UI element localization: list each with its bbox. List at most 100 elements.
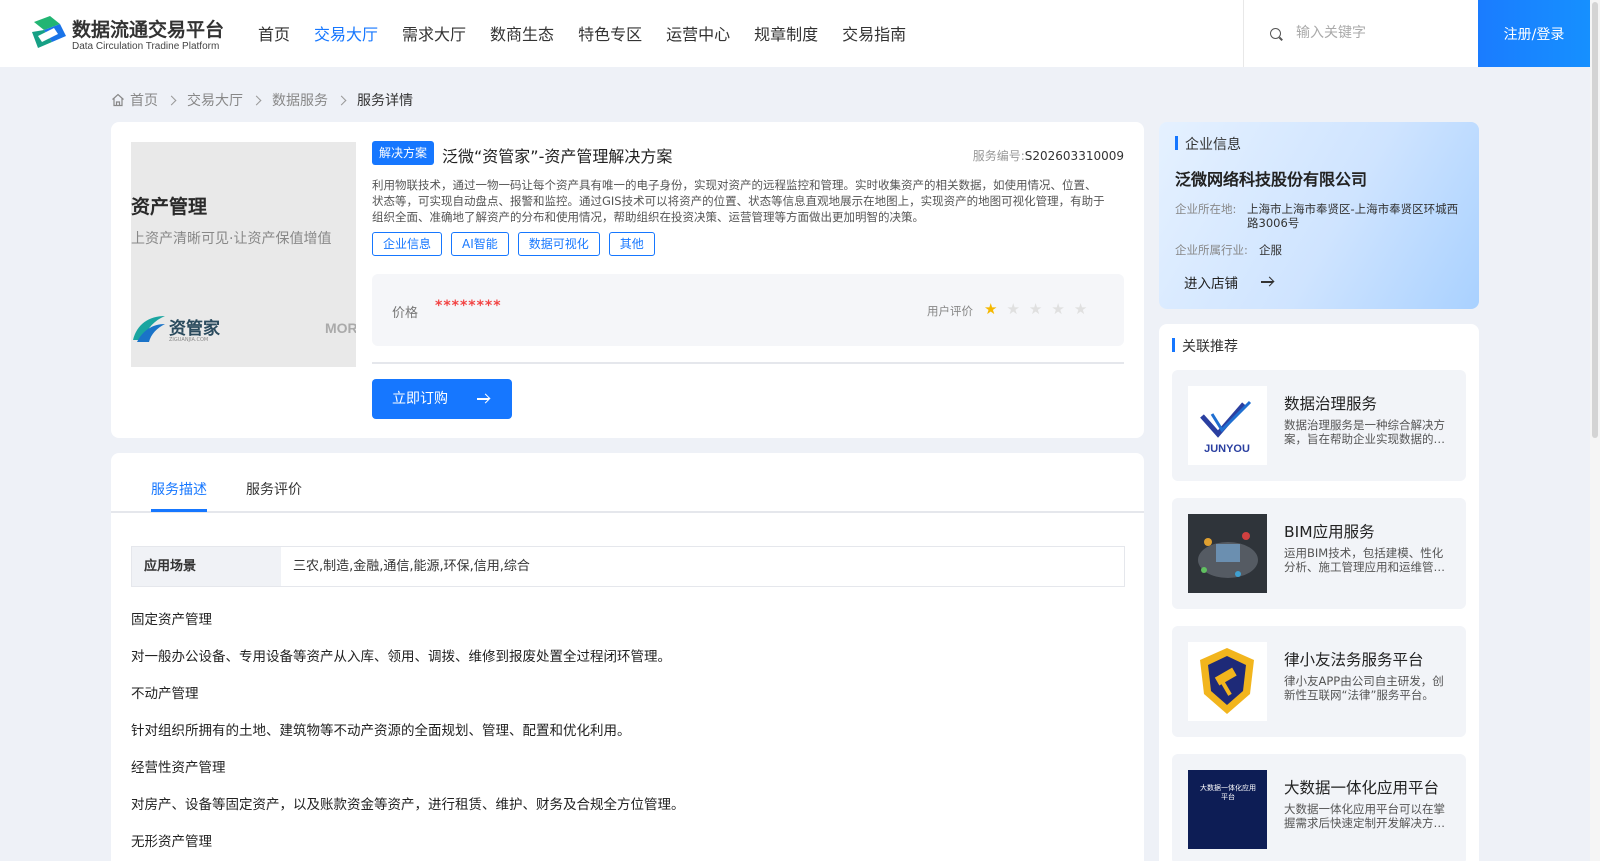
platform-logo[interactable]: 数据流通交易平台 Data Circulation Tradine Platfo… <box>30 14 230 54</box>
search-icon[interactable] <box>1270 28 1281 39</box>
breadcrumb-trading-hall[interactable]: 交易大厅 <box>187 90 243 110</box>
recommend-item-big-data[interactable]: 大数据一体化应用平台 大数据一体化应用平台 大数据一体化应用平台可以在掌握需求后… <box>1172 754 1466 861</box>
order-now-button[interactable]: 立即订购 <box>372 379 512 419</box>
product-image: 资产管理 上资产清晰可见·让资产保值增值 资管家 ZIGUANJIA.COM M… <box>131 142 356 367</box>
company-location: 上海市上海市奉贤区-上海市奉贤区环城西路3006号 <box>1247 202 1459 230</box>
company-info-card: 企业信息 泛微网络科技股份有限公司 企业所在地: 上海市上海市奉贤区-上海市奉贤… <box>1159 122 1479 309</box>
nav-ecosystem[interactable]: 数商生态 <box>490 0 554 67</box>
main-nav: 首页 交易大厅 需求大厅 数商生态 特色专区 运营中心 规章制度 交易指南 <box>258 0 930 67</box>
nav-trading-hall[interactable]: 交易大厅 <box>314 0 378 67</box>
junyou-logo-text: JUNYOU <box>1204 443 1250 455</box>
star-icon: ★ <box>1073 300 1088 318</box>
company-location-label: 企业所在地: <box>1175 202 1237 216</box>
nav-operation-center[interactable]: 运营中心 <box>666 0 730 67</box>
page-scrollbar[interactable] <box>1590 0 1600 861</box>
nav-featured-zone[interactable]: 特色专区 <box>578 0 642 67</box>
scene-value: 三农,制造,金融,通信,能源,环保,信用,综合 <box>293 559 530 574</box>
chevron-right-icon <box>166 95 177 105</box>
tag-data-visualization[interactable]: 数据可视化 <box>517 232 600 256</box>
recommend-item-data-governance[interactable]: JUNYOU 数据治理服务 数据治理服务是一种综合解决方案，旨在帮助企业实现数据… <box>1172 370 1466 481</box>
arrow-right-icon <box>1261 281 1273 283</box>
logo-title: 数据流通交易平台 <box>72 19 225 41</box>
tag-enterprise-info[interactable]: 企业信息 <box>372 232 443 256</box>
nav-trading-guide[interactable]: 交易指南 <box>842 0 906 67</box>
breadcrumb-home[interactable]: 首页 <box>130 90 158 110</box>
recommend-item-bim[interactable]: BIM应用服务 运用BIM技术，包括建模、性化分析、施工管理应用和运维管理等服务… <box>1172 498 1466 609</box>
star-icon: ★ <box>1051 300 1065 318</box>
service-number-value: S202603310009 <box>1024 149 1124 163</box>
related-recommendations: 关联推荐 JUNYOU 数据治理服务 数据治理服务是一种综合解决方案，旨在帮助企… <box>1159 324 1479 861</box>
scene-label: 应用场景 <box>132 547 281 586</box>
product-image-headline: 资产管理 <box>131 196 208 218</box>
recommend-desc: 律小友APP由公司自主研发，创新性互联网“法律”服务平台。 <box>1284 674 1444 702</box>
star-icon: ★ <box>1028 300 1043 318</box>
para-operating-assets-heading: 经营性资产管理 <box>131 760 226 776</box>
enter-shop-link[interactable]: 进入店铺 <box>1184 272 1284 292</box>
service-number-label: 服务编号: <box>972 149 1025 163</box>
price-box: 价格 ******** 用户评价 ★ ★ ★ ★ ★ <box>372 274 1124 346</box>
recommend-desc: 大数据一体化应用平台可以在掌握需求后快速定制开发解决方案。 <box>1284 802 1445 830</box>
service-detail-card: 服务描述 服务评价 应用场景 三农,制造,金融,通信,能源,环保,信用,综合 固… <box>111 453 1144 861</box>
para-intangible-assets-heading: 无形资产管理 <box>131 834 212 850</box>
chevron-right-icon <box>336 95 347 105</box>
recommend-thumb <box>1188 514 1267 593</box>
brand-url: ZIGUANJIA.COM <box>169 337 209 343</box>
home-icon <box>112 93 124 107</box>
logo-mark-icon <box>32 16 66 48</box>
para-fixed-assets-text: 对一般办公设备、专用设备等资产从入库、领用、调拨、维修到报废处置全过程闭环管理。 <box>131 649 671 665</box>
arrow-right-icon <box>477 398 489 400</box>
para-operating-assets-text: 对房产、设备等固定资产，以及账款资金等资产，进行租赁、维护、财务及合规全方位管理… <box>131 797 685 813</box>
price-value: ******** <box>435 298 502 314</box>
product-image-more: MOR <box>325 320 356 336</box>
company-name: 泛微网络科技股份有限公司 <box>1175 170 1368 189</box>
top-header: 数据流通交易平台 Data Circulation Tradine Platfo… <box>0 0 1600 67</box>
chevron-right-icon <box>251 95 262 105</box>
search-input[interactable] <box>1296 22 1466 44</box>
order-now-label: 立即订购 <box>392 391 448 407</box>
recommend-desc: 运用BIM技术，包括建模、性化分析、施工管理应用和运维管理等服务。 <box>1284 546 1445 574</box>
brand-name: 资管家 <box>169 319 220 339</box>
recommend-name: 数据治理服务 <box>1284 395 1378 413</box>
solution-badge: 解决方案 <box>372 141 435 165</box>
scrollbar-thumb[interactable] <box>1592 2 1598 438</box>
big-data-thumb-text: 大数据一体化应用平台 <box>1200 784 1256 801</box>
company-section-title: 企业信息 <box>1175 134 1241 154</box>
nav-home[interactable]: 首页 <box>258 0 290 67</box>
product-image-tagline: 上资产清晰可见·让资产保值增值 <box>131 231 332 247</box>
product-image-brand: 资管家 ZIGUANJIA.COM <box>131 310 226 350</box>
breadcrumb-current: 服务详情 <box>357 93 413 109</box>
tab-service-reviews[interactable]: 服务评价 <box>246 479 302 499</box>
legal-shield-icon <box>1200 648 1254 714</box>
price-label: 价格 <box>392 306 419 321</box>
application-scene-table: 应用场景 三农,制造,金融,通信,能源,环保,信用,综合 <box>131 546 1125 587</box>
login-register-button[interactable]: 注册/登录 <box>1478 0 1590 67</box>
tag-ai[interactable]: AI智能 <box>451 232 509 256</box>
company-industry-label: 企业所属行业: <box>1175 243 1248 257</box>
service-number: 服务编号:S202603310009 <box>973 147 1124 164</box>
star-icon: ★ <box>1006 300 1020 318</box>
junyou-logo-icon: JUNYOU <box>1200 400 1252 455</box>
breadcrumb-data-service[interactable]: 数据服务 <box>272 90 328 110</box>
company-industry-row: 企业所属行业: 企服 <box>1175 243 1479 257</box>
para-fixed-assets-heading: 固定资产管理 <box>131 612 212 628</box>
recommend-thumb: 大数据一体化应用平台 <box>1188 770 1267 849</box>
recommend-thumb <box>1188 642 1267 721</box>
recommend-section-title: 关联推荐 <box>1172 336 1238 356</box>
recommend-desc: 数据治理服务是一种综合解决方案，旨在帮助企业实现数据的有效管理与价值提升。 <box>1284 418 1445 446</box>
product-description: 利用物联技术，通过一物一码让每个资产具有唯一的电子身份，实现对资产的远程监控和管… <box>372 178 1105 224</box>
recommend-item-legal[interactable]: 律小友法务服务平台 律小友APP由公司自主研发，创新性互联网“法律”服务平台。 <box>1172 626 1466 737</box>
company-location-row: 企业所在地: 上海市上海市奉贤区-上海市奉贤区环城西路3006号 <box>1175 202 1467 230</box>
search-box <box>1243 0 1478 67</box>
bim-3d-scene-icon <box>1188 514 1267 593</box>
rating-stars: ★ ★ ★ ★ ★ <box>984 301 1096 317</box>
tab-service-description[interactable]: 服务描述 <box>151 479 207 499</box>
recommend-name: 大数据一体化应用平台 <box>1284 779 1440 797</box>
tag-other[interactable]: 其他 <box>608 232 655 256</box>
nav-regulations[interactable]: 规章制度 <box>754 0 818 67</box>
nav-demand-hall[interactable]: 需求大厅 <box>402 0 466 67</box>
logo-subtitle: Data Circulation Tradine Platform <box>72 41 220 52</box>
product-title: 泛微“资管家”-资产管理解决方案 <box>442 147 673 166</box>
para-real-estate-heading: 不动产管理 <box>131 686 199 702</box>
active-tab-indicator <box>151 509 207 512</box>
recommend-thumb: JUNYOU <box>1188 386 1267 465</box>
